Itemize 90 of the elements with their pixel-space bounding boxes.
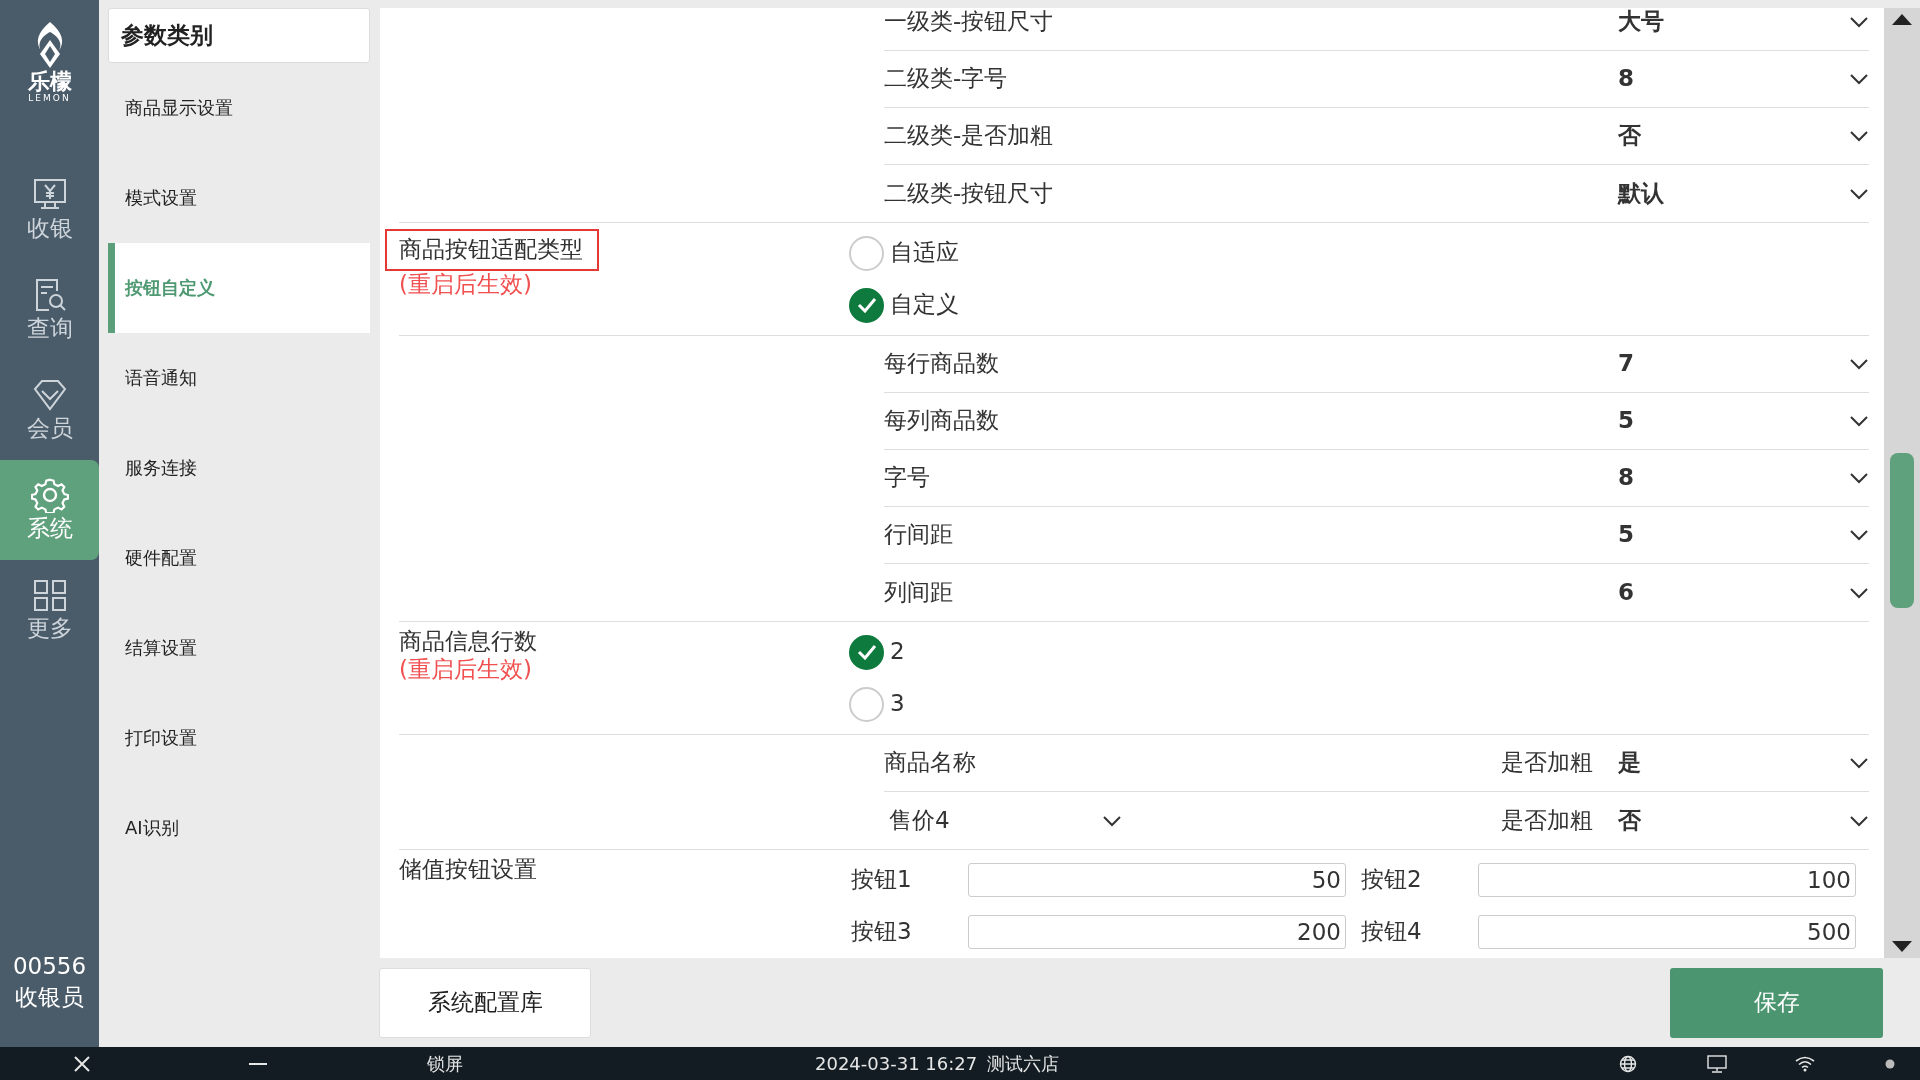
user-role: 收银员 (14, 982, 85, 1012)
category-item[interactable]: 语音通知 (108, 333, 370, 423)
minimize-icon[interactable] (249, 1061, 267, 1066)
dropdown-value[interactable]: 7 (1618, 350, 1849, 378)
settings-icon (30, 477, 69, 514)
setting-label: 二级类-字号 (884, 65, 1009, 93)
setting-label: 储值按钮设置 (399, 856, 537, 882)
amount-field[interactable]: 200 (968, 915, 1346, 949)
config-library-button[interactable]: 系统配置库 (379, 967, 591, 1038)
category-item[interactable]: AI识别 (108, 783, 370, 873)
chevron-down-icon[interactable] (1849, 129, 1869, 143)
category-item[interactable]: 模式设置 (108, 153, 370, 243)
dropdown-value[interactable]: 大号 (1618, 8, 1849, 36)
chevron-down-icon[interactable] (1849, 756, 1869, 770)
logo-subtitle: LEMON (28, 94, 71, 104)
store-name: 测试六店 (987, 1052, 1060, 1075)
setting-label: 商品名称 (884, 749, 976, 777)
setting-label: 二级类-是否加粗 (884, 122, 1055, 150)
status-dot-icon (1885, 1058, 1896, 1069)
chevron-down-icon[interactable] (1849, 528, 1869, 542)
panel-title: 参数类别 (108, 8, 370, 63)
dropdown-value[interactable]: 是 (1618, 749, 1849, 777)
logo-text: 乐檬 (27, 70, 72, 94)
dropdown-value[interactable]: 8 (1618, 464, 1849, 492)
radio-button[interactable] (849, 287, 884, 323)
radio-label: 2 (890, 638, 905, 666)
radio-button[interactable] (849, 634, 884, 670)
globe-icon (1619, 1054, 1638, 1073)
dropdown-value[interactable]: 8 (1618, 65, 1849, 93)
setting-label: 是否加粗 (1501, 749, 1594, 777)
lock-screen-button[interactable]: 锁屏 (427, 1052, 463, 1075)
dropdown-value[interactable]: 否 (1618, 122, 1849, 150)
amount-field[interactable]: 50 (968, 863, 1346, 897)
field-label: 按钮1 (850, 866, 913, 894)
chevron-down-icon[interactable] (1849, 585, 1869, 600)
close-icon[interactable] (73, 1054, 91, 1073)
scrollbar[interactable] (1884, 8, 1920, 958)
chevron-down-icon (1102, 813, 1122, 828)
scroll-down-arrow-icon[interactable] (1890, 940, 1914, 954)
category-item[interactable]: 打印设置 (108, 693, 370, 783)
setting-label: 是否加粗 (1501, 806, 1594, 835)
chevron-down-icon[interactable] (1849, 471, 1869, 485)
checkmark-icon (856, 644, 877, 660)
setting-label: 二级类-按钮尺寸 (884, 179, 1055, 208)
radio-label: 自适应 (890, 239, 959, 267)
setting-label: 字号 (884, 464, 931, 492)
radio-label: 自定义 (890, 291, 959, 319)
chevron-down-icon[interactable] (1849, 72, 1869, 86)
setting-label: 一级类-按钮尺寸 (884, 8, 1055, 36)
chevron-down-icon[interactable] (1849, 15, 1869, 29)
category-item[interactable]: 服务连接 (108, 423, 370, 513)
dropdown-value[interactable]: 6 (1618, 578, 1849, 607)
dropdown-value[interactable]: 默认 (1618, 179, 1849, 208)
category-item[interactable]: 结算设置 (108, 603, 370, 693)
amount-field[interactable]: 100 (1478, 863, 1856, 897)
category-item[interactable]: 硬件配置 (108, 513, 370, 603)
dropdown-value[interactable]: 5 (1618, 521, 1849, 549)
checkmark-icon (856, 297, 877, 313)
wifi-icon (1795, 1055, 1816, 1072)
setting-label: 商品信息行数 (399, 628, 537, 654)
restart-note: (重启后生效) (399, 655, 533, 684)
nav-item[interactable]: 查询 (0, 260, 99, 360)
dropdown-value[interactable]: 否 (1618, 806, 1849, 835)
field-label: 按钮4 (1360, 918, 1423, 946)
scrollbar-thumb[interactable] (1890, 453, 1914, 608)
chevron-down-icon[interactable] (1849, 813, 1869, 828)
setting-label: 行间距 (884, 521, 954, 549)
radio-label: 3 (890, 690, 905, 718)
nav-item[interactable]: 收银 (0, 160, 99, 260)
field-label: 按钮2 (1360, 866, 1423, 894)
chevron-down-icon[interactable] (1849, 186, 1869, 201)
dropdown-value[interactable]: 5 (1618, 407, 1849, 435)
chevron-down-icon[interactable] (1849, 357, 1869, 371)
dropdown[interactable]: 售价4 (884, 806, 1134, 835)
nav-item[interactable]: 会员 (0, 360, 99, 460)
setting-label: 每行商品数 (884, 350, 1000, 378)
date-time: 2024-03-31 16:27 (815, 1052, 978, 1075)
setting-label: 商品按钮适配类型 (385, 229, 599, 271)
chevron-down-icon[interactable] (1849, 414, 1869, 428)
setting-label: 列间距 (884, 578, 954, 607)
scroll-up-arrow-icon[interactable] (1890, 12, 1914, 26)
amount-field[interactable]: 500 (1478, 915, 1856, 949)
restart-note: (重启后生效) (399, 270, 533, 299)
save-button[interactable]: 保存 (1670, 967, 1883, 1038)
category-item[interactable]: 商品显示设置 (108, 63, 370, 153)
field-label: 按钮3 (850, 918, 913, 946)
setting-label: 每列商品数 (884, 407, 1000, 435)
nav-item[interactable]: 更多 (0, 560, 99, 660)
user-id: 00556 (12, 951, 87, 981)
monitor-icon (1707, 1054, 1728, 1073)
